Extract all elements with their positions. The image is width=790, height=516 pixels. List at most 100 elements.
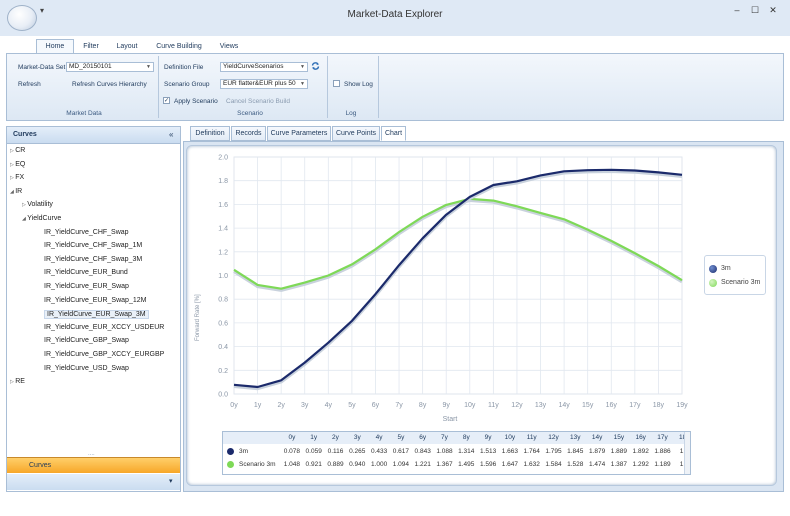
scenario-group-combo[interactable]: EUR flatter&EUR plus 50 ▼: [220, 79, 308, 89]
tree-item[interactable]: IR_YieldCurve_EUR_Swap: [44, 283, 129, 290]
tab-definition[interactable]: Definition: [190, 126, 230, 141]
tree-item[interactable]: ◢ IR: [10, 188, 22, 195]
navigation-overflow-bar: ▾: [7, 474, 180, 490]
tree-item-label: IR_YieldCurve_CHF_Swap: [44, 228, 129, 236]
table-cell: 1.596: [479, 461, 497, 468]
ribbon-tab-views[interactable]: Views: [215, 40, 243, 53]
table-cell: 1.647: [501, 461, 519, 468]
tree-item[interactable]: IR_YieldCurve_CHF_Swap: [44, 229, 129, 236]
series-marker-icon: [227, 461, 234, 468]
curves-navigation-button[interactable]: Curves: [7, 457, 180, 473]
show-log-label: Show Log: [344, 81, 373, 88]
minimize-button[interactable]: –: [730, 4, 744, 16]
market-data-set-label: Market-Data Set: [18, 64, 66, 71]
table-cell: 1.221: [414, 461, 431, 468]
ribbon-separator: [158, 56, 159, 118]
x-tick-label: 10y: [464, 402, 476, 409]
tree-item[interactable]: IR_YieldCurve_GBP_XCCY_EURGBP: [44, 351, 164, 358]
collapse-pane-icon[interactable]: «: [169, 130, 173, 139]
tree-item[interactable]: IR_YieldCurve_EUR_Bund: [44, 269, 128, 276]
ribbon-tab-filter[interactable]: Filter: [80, 40, 102, 53]
table-cell: 1.474: [588, 461, 606, 468]
tree-item[interactable]: IR_YieldCurve_CHF_Swap_1M: [44, 242, 142, 249]
tree-item[interactable]: IR_YieldCurve_EUR_XCCY_USDEUR: [44, 324, 164, 331]
table-vertical-scrollbar[interactable]: [684, 432, 690, 474]
overflow-chevron-icon[interactable]: ▾: [169, 477, 173, 485]
chevron-down-icon: ▼: [300, 64, 305, 70]
tab-records[interactable]: Records: [231, 126, 266, 141]
y-axis-ticks: 0.0 0.2 0.4 0.6 0.8 1.0 1.2 1.4 1.6 1.8 2.0: [218, 155, 228, 399]
tree-item[interactable]: IR_YieldCurve_GBP_Swap: [44, 337, 129, 344]
table-cell: 0.889: [327, 461, 344, 468]
table-cell: 1.292: [632, 461, 649, 468]
tree-item[interactable]: IR_YieldCurve_EUR_Swap_3M: [44, 310, 149, 320]
refresh-icon[interactable]: [311, 61, 320, 71]
legend-label-scenario-3m: Scenario 3m: [721, 279, 761, 286]
table-column-header: 10y: [499, 432, 521, 444]
tree-item-label: IR_YieldCurve_GBP_Swap: [44, 337, 129, 345]
table-cell: 0.265: [349, 448, 366, 455]
table-column-header: 17y: [651, 432, 674, 444]
tab-chart[interactable]: Chart: [381, 126, 406, 141]
table-cell: 1.879: [588, 448, 606, 455]
table-cell: 1.314: [458, 448, 475, 455]
market-data-set-combo[interactable]: MD_20150101 ▼: [66, 62, 154, 72]
tree-item[interactable]: ▷ FX: [10, 174, 24, 181]
y-tick-label: 2.0: [218, 155, 228, 162]
table-cell: 0.116: [327, 448, 344, 455]
tree-item-label: IR_YieldCurve_EUR_Bund: [44, 269, 128, 277]
tree-item[interactable]: ▷ RE: [10, 378, 25, 385]
table-cell: 1.048: [283, 461, 301, 468]
tree-item[interactable]: ◢ YieldCurve: [22, 215, 61, 222]
refresh-hierarchy-button[interactable]: Refresh Curves Hierarchy: [72, 81, 147, 88]
table-column-header: 2y: [324, 432, 347, 444]
tree-item[interactable]: IR_YieldCurve_USD_Swap: [44, 365, 129, 372]
maximize-button[interactable]: ☐: [748, 4, 762, 16]
ribbon-tab-home[interactable]: Home: [36, 39, 74, 54]
tree-item[interactable]: IR_YieldCurve_CHF_Swap_3M: [44, 256, 142, 263]
table-cell: 1.889: [610, 448, 628, 455]
refresh-button[interactable]: Refresh: [18, 81, 41, 88]
scenario-group-title: Scenario: [237, 110, 263, 117]
y-tick-label: 1.8: [218, 178, 228, 185]
table-cell: 1.094: [392, 461, 410, 468]
ribbon-separator: [327, 56, 328, 118]
x-tick-label: 5y: [348, 402, 356, 409]
tree-item[interactable]: ▷ Volatility: [22, 201, 53, 208]
tree-item-label: YieldCurve: [27, 215, 62, 222]
apply-scenario-checkbox[interactable]: ✓: [163, 97, 170, 104]
show-log-checkbox[interactable]: [333, 80, 340, 87]
tree-item[interactable]: IR_YieldCurve_EUR_Swap_12M: [44, 297, 146, 304]
table-cell: 1.000: [370, 461, 388, 468]
table-cell: 1.189: [654, 461, 671, 468]
x-tick-label: 17y: [629, 402, 641, 409]
ribbon-tab-curve-building[interactable]: Curve Building: [154, 40, 204, 53]
table-cell: 1.528: [567, 461, 584, 468]
tree-item-label: IR_YieldCurve_EUR_Swap_12M: [44, 296, 147, 304]
table-cell: 1.886: [654, 448, 671, 455]
x-tick-label: 6y: [372, 402, 380, 409]
table-column-header: 14y: [586, 432, 608, 444]
x-tick-label: 4y: [325, 402, 333, 409]
y-tick-label: 0.2: [218, 368, 228, 375]
tab-curve-parameters[interactable]: Curve Parameters: [267, 126, 331, 141]
y-tick-label: 1.4: [218, 226, 228, 233]
table-cell: 0.617: [392, 448, 410, 455]
cancel-scenario-build-button[interactable]: Cancel Scenario Build: [226, 98, 290, 105]
tab-curve-points[interactable]: Curve Points: [332, 126, 380, 141]
tree-item[interactable]: ▷ EQ: [10, 161, 25, 168]
chart-grid: [233, 156, 683, 395]
definition-file-combo[interactable]: YieldCurveScenarios ▼: [220, 62, 308, 72]
close-button[interactable]: ✕: [766, 4, 780, 16]
table-column-header: 16y: [629, 432, 652, 444]
x-axis-label: Start: [443, 416, 458, 423]
x-tick-label: 11y: [488, 402, 499, 409]
tree-item[interactable]: ▷ CR: [10, 147, 25, 154]
chevron-down-icon: ▼: [146, 64, 151, 70]
ribbon-tab-layout[interactable]: Layout: [112, 40, 142, 53]
tree-item-label: IR_YieldCurve_CHF_Swap_3M: [44, 255, 143, 263]
chart-legend: 3m Scenario 3m: [704, 255, 766, 295]
table-column-header: 15y: [608, 432, 630, 444]
splitter-grip[interactable]: ....: [88, 451, 95, 457]
table-row-name: Scenario 3m: [239, 461, 276, 468]
